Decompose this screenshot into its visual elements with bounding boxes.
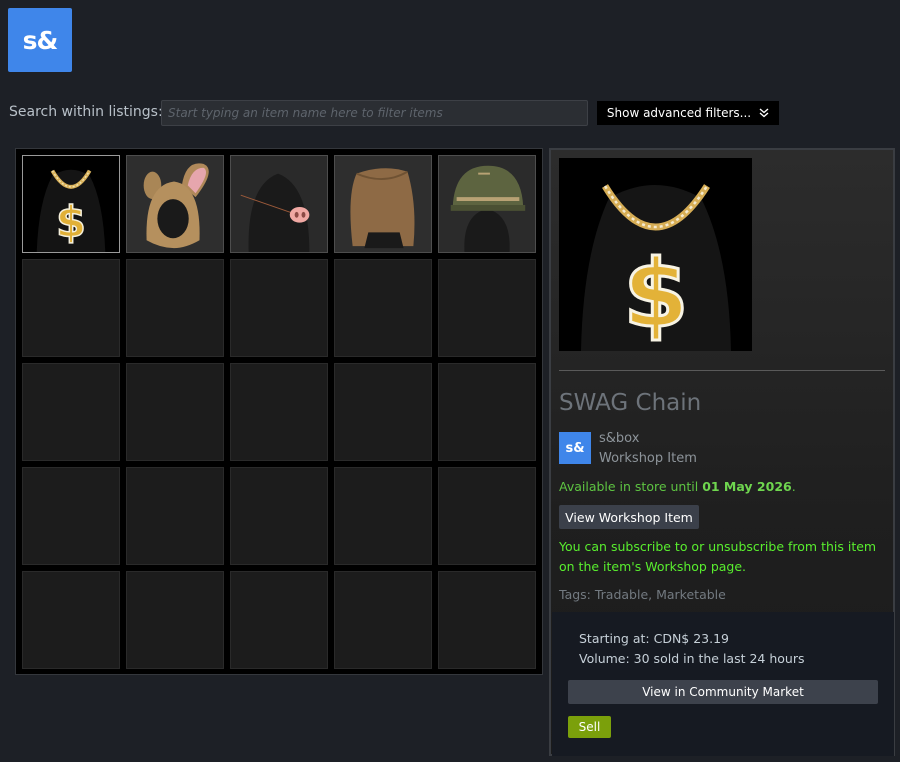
view-community-market-button[interactable]: View in Community Market [568,680,878,704]
inventory-empty-slot [126,571,224,669]
search-label: Search within listings: [9,104,163,120]
inventory-empty-slot [438,467,536,565]
game-name: s&box [599,431,640,446]
swag-chain-large-icon: $ [559,158,752,351]
army-helmet-icon [439,156,535,252]
sales-volume: Volume: 30 sold in the last 24 hours [579,651,805,666]
item-name: SWAG Chain [559,390,702,416]
inventory-empty-slot [126,363,224,461]
inventory-item-swag-chain[interactable]: $ [22,155,120,253]
inventory-empty-slot [438,259,536,357]
item-preview-image: $ [559,158,752,351]
inventory-empty-slot [438,571,536,669]
subscribe-note: You can subscribe to or unsubscribe from… [559,539,877,574]
availability-date: 01 May 2026 [702,479,792,494]
inventory-empty-slot [230,467,328,565]
item-type: Workshop Item [599,451,697,466]
game-icon: s& [559,432,591,464]
inventory-empty-slot [22,259,120,357]
inventory-empty-slot [438,363,536,461]
item-tags: Tags: Tradable, Marketable [559,587,726,602]
sell-button[interactable]: Sell [568,716,611,738]
inventory-empty-slot [22,467,120,565]
inventory-empty-slot [230,259,328,357]
svg-text:$: $ [623,240,688,349]
svg-text:$: $ [56,197,86,247]
sack-hood-icon [335,156,431,252]
swag-chain-icon: $ [23,156,119,252]
inventory-empty-slot [230,571,328,669]
inventory-empty-slot [334,571,432,669]
availability-text: Available in store until 01 May 2026. [559,479,796,494]
search-input[interactable] [161,100,588,126]
item-detail-panel: $ SWAG Chain s& s&box Workshop Item Avai… [549,148,895,756]
market-info-box: Starting at: CDN$ 23.19 Volume: 30 sold … [552,612,894,756]
double-chevron-down-icon [759,108,769,118]
inventory-empty-slot [126,259,224,357]
detail-divider [559,370,885,371]
availability-suffix: . [791,479,796,494]
inventory-panel: $ [15,148,543,675]
view-workshop-item-button[interactable]: View Workshop Item [559,505,699,529]
inventory-item-sack-hood[interactable] [334,155,432,253]
inventory-empty-slot [230,363,328,461]
inventory-empty-slot [334,363,432,461]
inventory-grid: $ [22,155,536,669]
inventory-empty-slot [334,467,432,565]
inventory-empty-slot [126,467,224,565]
starting-price: Starting at: CDN$ 23.19 [579,631,729,646]
inventory-item-pig-nose[interactable] [230,155,328,253]
inventory-empty-slot [334,259,432,357]
inventory-item-army-helmet[interactable] [438,155,536,253]
bunny-hood-icon [127,156,223,252]
inventory-item-bunny-hood[interactable] [126,155,224,253]
availability-prefix: Available in store until [559,479,699,494]
advanced-filters-button[interactable]: Show advanced filters... [597,101,779,125]
inventory-empty-slot [22,363,120,461]
pig-nose-icon [231,156,327,252]
advanced-filters-label: Show advanced filters... [606,106,752,120]
app-logo: s& [8,8,72,72]
inventory-empty-slot [22,571,120,669]
